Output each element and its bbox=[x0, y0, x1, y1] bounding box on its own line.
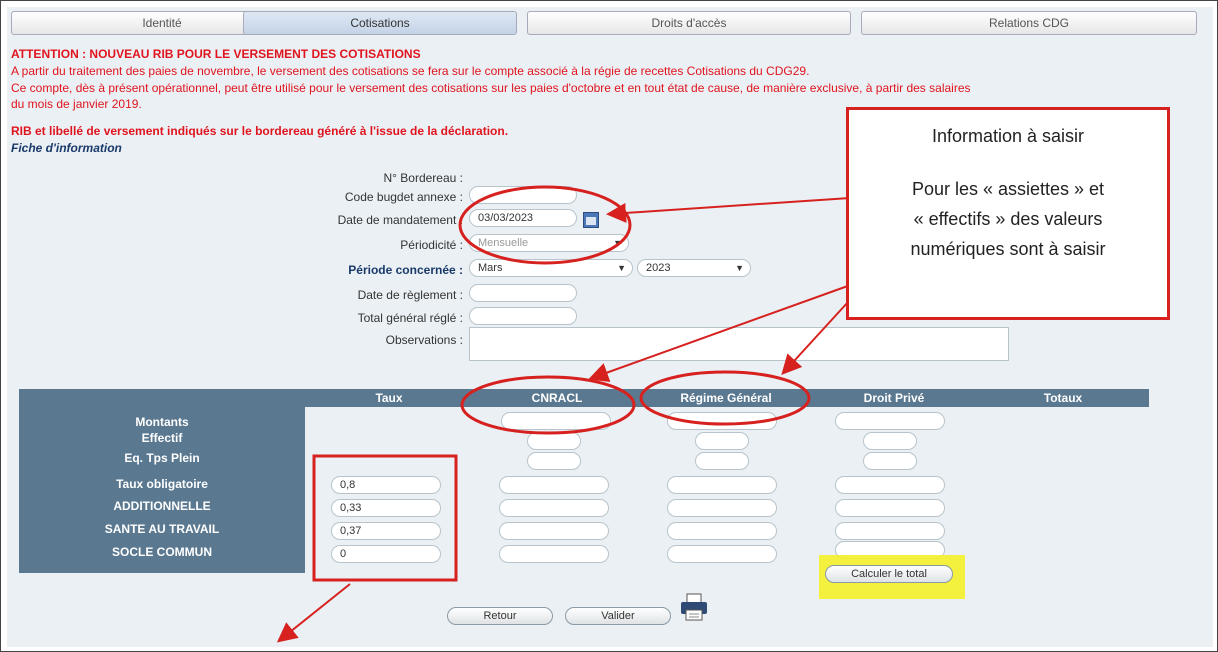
additionnelle-input[interactable]: 0,33 bbox=[331, 499, 441, 517]
additionnelle-regime-general[interactable] bbox=[667, 499, 777, 517]
date-reglement-label: Date de règlement : bbox=[357, 288, 463, 302]
header-droit-prive: Droit Privé bbox=[863, 391, 925, 405]
code-budget-input[interactable] bbox=[469, 186, 577, 204]
date-mandatement-input[interactable]: 03/03/2023 bbox=[469, 209, 577, 227]
date-reglement-input[interactable] bbox=[469, 284, 577, 302]
row-label-socle-commun: SOCLE COMMUN bbox=[112, 545, 212, 559]
etp-cnracl-input[interactable] bbox=[527, 452, 581, 470]
taux-obligatoire-input[interactable]: 0,8 bbox=[331, 476, 441, 494]
fiche-information-link[interactable]: Fiche d'information bbox=[11, 141, 122, 155]
notice-title: ATTENTION : NOUVEAU RIB POUR LE VERSEMEN… bbox=[11, 47, 421, 61]
annotation-callout: Information à saisir Pour les « assiette… bbox=[846, 107, 1170, 320]
effectif-cnracl-input[interactable] bbox=[527, 432, 581, 450]
header-regime-general: Régime Général bbox=[680, 391, 772, 405]
sante-au-travail-cnracl[interactable] bbox=[499, 522, 609, 540]
retour-button[interactable]: Retour bbox=[447, 607, 553, 625]
total-regle-input[interactable] bbox=[469, 307, 577, 325]
annotation-line-3: numériques sont à saisir bbox=[910, 239, 1106, 259]
row-labels-panel: Montants Effectif Eq. Tps Plein Taux obl… bbox=[19, 407, 305, 573]
tab-relations-cdg[interactable]: Relations CDG bbox=[861, 11, 1197, 35]
taux-obligatoire-regime-general[interactable] bbox=[667, 476, 777, 494]
sante-au-travail-droit-prive[interactable] bbox=[835, 522, 945, 540]
code-budget-label: Code bugdet annexe : bbox=[344, 190, 463, 204]
periode-annee-select[interactable]: 2023 ▼ bbox=[637, 259, 751, 277]
effectif-droit-prive-input[interactable] bbox=[863, 432, 917, 450]
cotisations-table-header: Taux CNRACL Régime Général Droit Privé T… bbox=[19, 389, 1149, 407]
annotation-title: Information à saisir bbox=[931, 126, 1085, 146]
periode-mois-select[interactable]: Mars ▼ bbox=[469, 259, 633, 277]
valider-button[interactable]: Valider bbox=[565, 607, 671, 625]
header-taux: Taux bbox=[375, 391, 403, 405]
notice-line-1: A partir du traitement des paies de nove… bbox=[11, 64, 810, 78]
tab-droits-acces[interactable]: Droits d'accès bbox=[527, 11, 851, 35]
socle-commun-regime-general[interactable] bbox=[667, 545, 777, 563]
row-label-eq-tps-plein: Eq. Tps Plein bbox=[124, 451, 200, 465]
taux-obligatoire-cnracl[interactable] bbox=[499, 476, 609, 494]
annotation-line-2: « effectifs » des valeurs bbox=[913, 209, 1103, 229]
calculer-total-button[interactable]: Calculer le total bbox=[825, 565, 953, 583]
periode-annee-value: 2023 bbox=[646, 262, 671, 274]
calendar-icon[interactable] bbox=[583, 212, 599, 228]
observations-textarea[interactable] bbox=[469, 327, 1009, 361]
periodicite-value: Mensuelle bbox=[478, 237, 529, 249]
additionnelle-cnracl[interactable] bbox=[499, 499, 609, 517]
notice-line-4: RIB et libellé de versement indiqués sur… bbox=[11, 124, 509, 138]
periodicite-label: Périodicité : bbox=[400, 238, 463, 252]
row-label-taux-obligatoire: Taux obligatoire bbox=[116, 477, 208, 491]
row-label-effectif: Effectif bbox=[141, 431, 183, 445]
row-label-montants: Montants bbox=[135, 415, 189, 429]
montants-cnracl-input[interactable] bbox=[501, 412, 611, 430]
periode-label: Période concernée : bbox=[348, 263, 463, 277]
bordereau-label: N° Bordereau : bbox=[383, 171, 463, 185]
header-totaux: Totaux bbox=[1043, 391, 1083, 405]
chevron-down-icon: ▼ bbox=[617, 263, 626, 273]
screenshot-frame: Identité Cotisations Droits d'accès Rela… bbox=[0, 0, 1218, 652]
chevron-down-icon: ▼ bbox=[613, 238, 622, 248]
taux-obligatoire-droit-prive[interactable] bbox=[835, 476, 945, 494]
etp-droit-prive-input[interactable] bbox=[863, 452, 917, 470]
total-regle-label: Total général réglé : bbox=[357, 311, 463, 325]
app-window: Identité Cotisations Droits d'accès Rela… bbox=[7, 7, 1213, 647]
socle-commun-input[interactable]: 0 bbox=[331, 545, 441, 563]
etp-regime-general-input[interactable] bbox=[695, 452, 749, 470]
effectif-regime-general-input[interactable] bbox=[695, 432, 749, 450]
additionnelle-droit-prive[interactable] bbox=[835, 499, 945, 517]
notice-line-2: Ce compte, dès à présent opérationnel, p… bbox=[11, 81, 971, 95]
annotation-line-1: Pour les « assiettes » et bbox=[911, 179, 1105, 199]
annotation-body: Pour les « assiettes » et « effectifs » … bbox=[849, 174, 1167, 264]
observations-label: Observations : bbox=[385, 333, 463, 347]
row-label-additionnelle: ADDITIONNELLE bbox=[113, 499, 211, 513]
chevron-down-icon: ▼ bbox=[735, 263, 744, 273]
montants-droit-prive-input[interactable] bbox=[835, 412, 945, 430]
montants-regime-general-input[interactable] bbox=[667, 412, 777, 430]
socle-commun-cnracl[interactable] bbox=[499, 545, 609, 563]
sante-au-travail-regime-general[interactable] bbox=[667, 522, 777, 540]
printer-icon[interactable] bbox=[679, 593, 709, 621]
row-label-sante-au-travail: SANTE AU TRAVAIL bbox=[104, 522, 220, 536]
sante-au-travail-input[interactable]: 0,37 bbox=[331, 522, 441, 540]
date-mandatement-label: Date de mandatement : bbox=[337, 213, 463, 227]
header-cnracl: CNRACL bbox=[531, 391, 583, 405]
periodicite-select[interactable]: Mensuelle ▼ bbox=[469, 234, 629, 252]
notice-line-3: du mois de janvier 2019. bbox=[11, 97, 142, 111]
tab-cotisations[interactable]: Cotisations bbox=[243, 11, 517, 35]
periode-mois-value: Mars bbox=[478, 262, 503, 274]
